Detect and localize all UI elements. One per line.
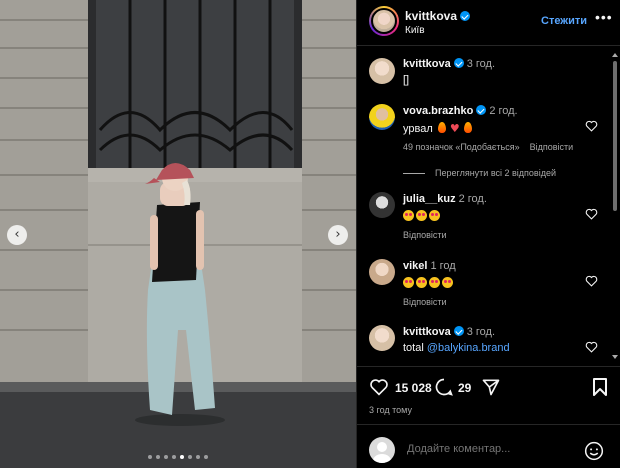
comment-item: julia__kuz 2 год. Відповісти <box>357 190 607 245</box>
reply-button[interactable]: Відповісти <box>403 297 447 307</box>
carousel-dot <box>188 455 192 459</box>
carousel-prev-button[interactable]: ‹ <box>7 225 27 245</box>
author-avatar[interactable] <box>369 6 399 36</box>
like-heart-icon[interactable] <box>369 378 389 396</box>
scroll-thumb[interactable] <box>613 61 617 211</box>
carousel-dot <box>164 455 168 459</box>
post-header: kvittkova Київ Стежити ••• <box>357 0 620 46</box>
verified-badge-icon <box>460 11 471 21</box>
view-replies-button[interactable]: Переглянути всі 2 відповідей <box>403 168 556 178</box>
comment-time: 2 год. <box>489 105 518 117</box>
commenter-avatar[interactable] <box>369 58 395 84</box>
replies-line-icon <box>403 173 425 175</box>
commenter-username[interactable]: vikel <box>403 260 427 272</box>
current-user-avatar <box>369 437 395 463</box>
comment-time: 3 год. <box>466 58 495 70</box>
carousel-dot <box>172 455 176 459</box>
heart-eyes-emoji-icon <box>416 277 427 288</box>
heart-eyes-emoji-icon <box>416 210 427 221</box>
carousel-dot <box>180 455 184 459</box>
comments-list: kvittkova 3 год. [] vova.brazhko 2 год. ур… <box>357 47 620 365</box>
verified-badge-icon <box>453 326 464 336</box>
comments-scrollbar[interactable] <box>612 47 618 365</box>
like-comment-heart-icon[interactable] <box>585 120 598 132</box>
heart-eyes-emoji-icon <box>403 277 414 288</box>
comment-item: vikel 1 год Відповісти <box>357 257 607 312</box>
commenter-avatar[interactable] <box>369 259 395 285</box>
carousel-dot <box>204 455 208 459</box>
author-username[interactable]: kvittkova <box>405 9 457 23</box>
emoji-picker-icon[interactable] <box>584 441 604 461</box>
post-time: 3 год тому <box>369 405 412 415</box>
heart-eyes-emoji-icon <box>429 277 440 288</box>
verified-badge-icon <box>476 105 487 115</box>
reply-button[interactable]: Відповісти <box>403 230 447 240</box>
scroll-up-arrow-icon[interactable] <box>612 53 618 57</box>
scroll-down-arrow-icon[interactable] <box>612 355 618 359</box>
commenter-avatar[interactable] <box>369 192 395 218</box>
comments-count[interactable]: 29 <box>458 381 471 395</box>
comment-emoji-row <box>403 277 455 290</box>
red-heart-emoji-icon: ♥ <box>449 122 460 135</box>
share-send-icon[interactable] <box>481 377 501 397</box>
carousel-dots <box>0 455 356 459</box>
comment-time: 1 год <box>430 260 456 272</box>
photo-illustration <box>0 0 356 468</box>
caption-text: [] <box>403 74 410 86</box>
comment-like-count[interactable]: 49 позначок «Подобається» <box>403 142 520 152</box>
carousel-dot <box>196 455 200 459</box>
commenter-username[interactable]: kvittkova <box>403 326 451 338</box>
heart-eyes-emoji-icon <box>429 210 440 221</box>
post-photo: ‹ › <box>0 0 356 468</box>
comment-time: 3 год. <box>466 326 495 338</box>
caption: kvittkova 3 год. [] <box>357 55 607 86</box>
commenter-username[interactable]: kvittkova <box>403 58 451 70</box>
carousel-dot <box>148 455 152 459</box>
likes-count[interactable]: 15 028 <box>395 381 432 395</box>
comment-item: kvittkova 3 год. total @balykina.brand <box>357 323 607 365</box>
reply-button[interactable]: Відповісти <box>530 142 574 152</box>
comment-composer <box>357 424 620 468</box>
comment-bubble-icon[interactable] <box>434 377 454 397</box>
heart-eyes-emoji-icon <box>442 277 453 288</box>
save-bookmark-icon[interactable] <box>592 377 608 397</box>
view-replies-label[interactable]: Переглянути всі 2 відповідей <box>435 168 556 178</box>
commenter-username[interactable]: vova.brazhko <box>403 105 473 117</box>
comment-text: урвал <box>403 123 433 135</box>
like-comment-heart-icon[interactable] <box>585 341 598 353</box>
post-location[interactable]: Київ <box>405 25 425 36</box>
fire-emoji-icon <box>437 122 446 133</box>
like-comment-heart-icon[interactable] <box>585 208 598 220</box>
like-comment-heart-icon[interactable] <box>585 275 598 287</box>
mention-link[interactable]: @balykina.brand <box>427 342 510 354</box>
carousel-dot <box>156 455 160 459</box>
comment-emoji-row <box>403 210 442 223</box>
comment-item: vova.brazhko 2 год. урвал ♥ 49 позначок «… <box>357 102 607 172</box>
comment-time: 2 год. <box>458 193 487 205</box>
more-options-icon[interactable]: ••• <box>595 9 613 25</box>
author-username-row[interactable]: kvittkova <box>405 9 471 23</box>
carousel-next-button[interactable]: › <box>328 225 348 245</box>
add-comment-input[interactable] <box>407 443 577 455</box>
commenter-avatar[interactable] <box>369 325 395 351</box>
commenter-username[interactable]: julia__kuz <box>403 193 456 205</box>
heart-eyes-emoji-icon <box>403 210 414 221</box>
post-side-panel: kvittkova Київ Стежити ••• kvittkova 3 го… <box>356 0 620 468</box>
commenter-avatar[interactable] <box>369 104 395 130</box>
post-actions: 15 028 29 3 год тому <box>357 366 620 420</box>
follow-button[interactable]: Стежити <box>541 15 587 27</box>
verified-badge-icon <box>453 58 464 68</box>
comment-text: total <box>403 342 424 354</box>
fire-emoji-icon <box>463 122 472 133</box>
